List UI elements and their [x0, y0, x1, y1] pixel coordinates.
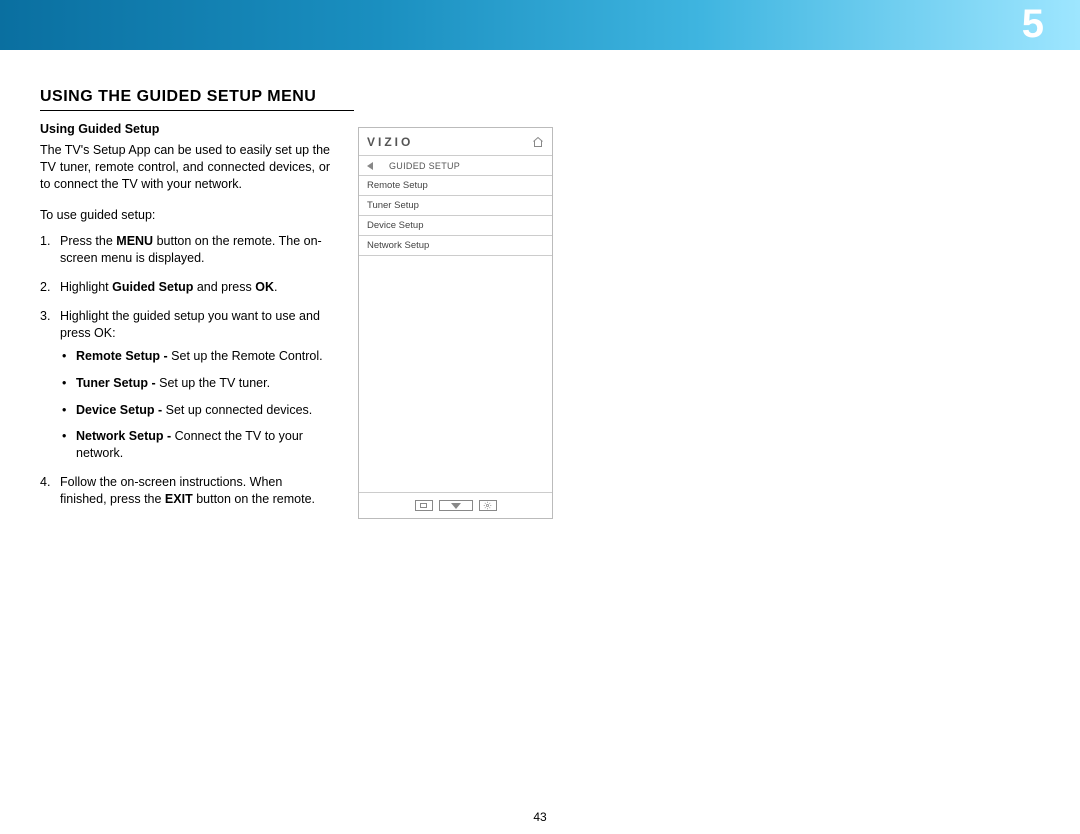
section-underline — [40, 110, 354, 111]
bullet-remote: Remote Setup - Set up the Remote Control… — [60, 348, 330, 365]
step-1: Press the MENU button on the remote. The… — [40, 233, 330, 267]
text: and press — [193, 280, 255, 294]
bold-exit: EXIT — [165, 492, 193, 506]
lead-line: To use guided setup: — [40, 207, 330, 224]
text-column: Using Guided Setup The TV's Setup App ca… — [40, 121, 330, 520]
text: Highlight — [60, 280, 112, 294]
bullet-device: Device Setup - Set up connected devices. — [60, 402, 330, 419]
bold: Remote Setup - — [76, 349, 171, 363]
chapter-number: 5 — [1022, 2, 1044, 47]
text: Press the — [60, 234, 116, 248]
footer-box-icon — [415, 500, 433, 511]
menu-item-device: Device Setup — [359, 216, 552, 236]
section-title: USING THE GUIDED SETUP MENU — [40, 88, 1040, 106]
bold: Network Setup - — [76, 429, 175, 443]
subsection-title: Using Guided Setup — [40, 121, 330, 138]
footer-gear-icon — [479, 500, 497, 511]
bullet-list: Remote Setup - Set up the Remote Control… — [60, 348, 330, 462]
step-3: Highlight the guided setup you want to u… — [40, 308, 330, 462]
menu-item-remote: Remote Setup — [359, 176, 552, 196]
tv-menu-panel: VIZIO GUIDED SETUP Remote Setup Tuner Se… — [358, 127, 553, 519]
bullet-tuner: Tuner Setup - Set up the TV tuner. — [60, 375, 330, 392]
text: Set up connected devices. — [166, 403, 313, 417]
bold: Tuner Setup - — [76, 376, 159, 390]
text: Highlight the guided setup you want to u… — [60, 309, 320, 340]
page-number: 43 — [0, 810, 1080, 824]
panel-title: GUIDED SETUP — [389, 161, 460, 171]
page-content: USING THE GUIDED SETUP MENU Using Guided… — [0, 50, 1080, 520]
steps-list: Press the MENU button on the remote. The… — [40, 233, 330, 508]
text: button on the remote. — [193, 492, 315, 506]
bold: Device Setup - — [76, 403, 166, 417]
menu-item-tuner: Tuner Setup — [359, 196, 552, 216]
text: Set up the TV tuner. — [159, 376, 270, 390]
manual-page: 5 USING THE GUIDED SETUP MENU Using Guid… — [0, 0, 1080, 834]
panel-body — [359, 256, 552, 492]
back-icon — [367, 162, 373, 170]
panel-header: VIZIO — [359, 128, 552, 156]
step-4: Follow the on-screen instructions. When … — [40, 474, 330, 508]
text: . — [274, 280, 277, 294]
brand-logo: VIZIO — [367, 135, 413, 149]
panel-footer — [359, 492, 552, 518]
step-2: Highlight Guided Setup and press OK. — [40, 279, 330, 296]
bold-menu: MENU — [116, 234, 153, 248]
bold-ok: OK — [255, 280, 274, 294]
text: Set up the Remote Control. — [171, 349, 322, 363]
home-icon — [532, 136, 544, 148]
columns: Using Guided Setup The TV's Setup App ca… — [40, 121, 1040, 520]
bullet-network: Network Setup - Connect the TV to your n… — [60, 428, 330, 462]
chapter-banner: 5 — [0, 0, 1080, 50]
footer-down-icon — [439, 500, 473, 511]
bold-guided-setup: Guided Setup — [112, 280, 193, 294]
panel-title-row: GUIDED SETUP — [359, 156, 552, 176]
menu-item-network: Network Setup — [359, 236, 552, 256]
intro-paragraph: The TV's Setup App can be used to easily… — [40, 142, 330, 193]
